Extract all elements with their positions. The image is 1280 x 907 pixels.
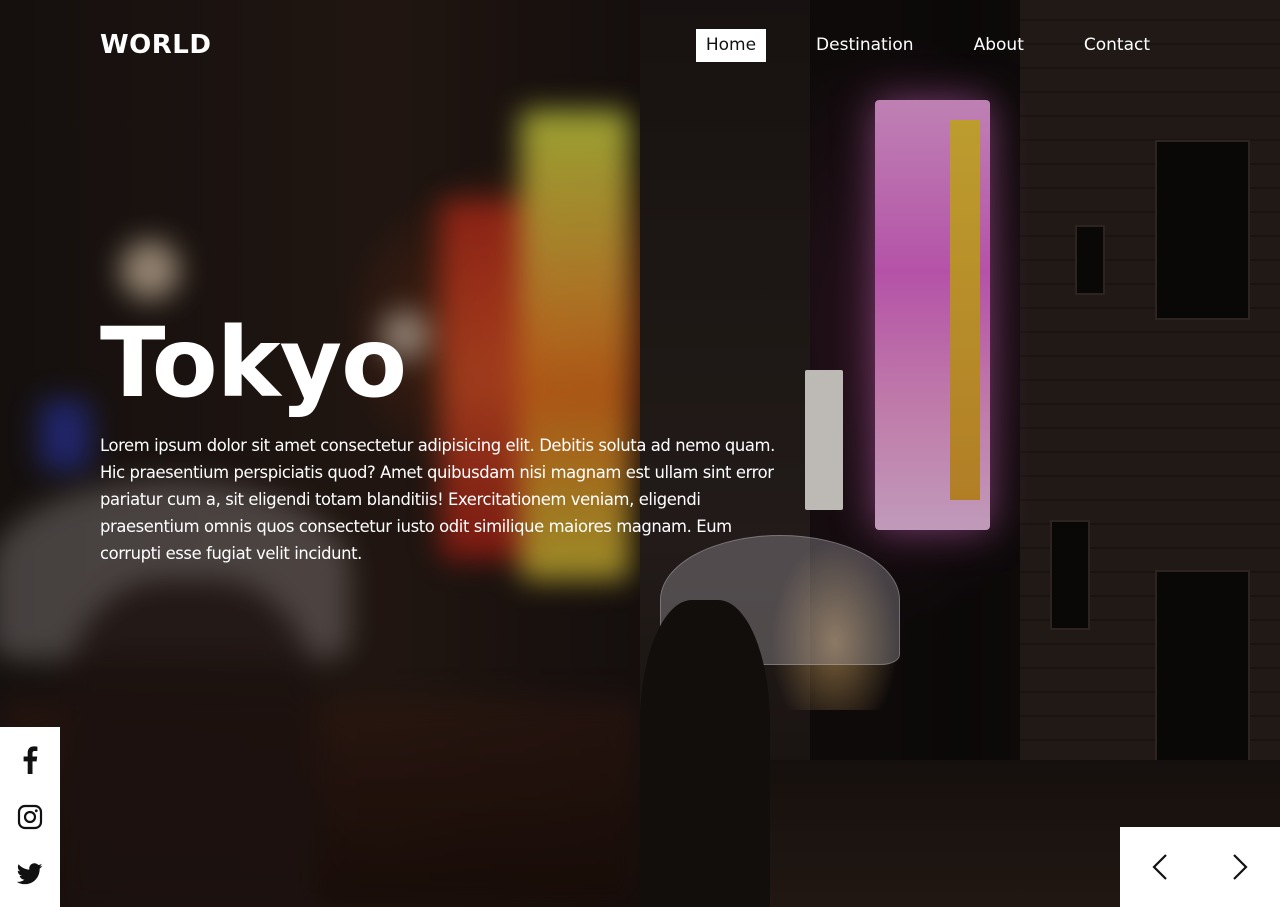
twitter-icon[interactable] [16,860,44,888]
social-links [0,727,60,907]
instagram-icon[interactable] [16,803,44,831]
slider-controls [1120,827,1280,907]
nav-about[interactable]: About [964,29,1034,62]
hero-title: Tokyo [100,307,407,419]
nav-contact[interactable]: Contact [1074,29,1160,62]
facebook-icon[interactable] [16,746,44,774]
nav-destination[interactable]: Destination [806,29,924,62]
hero-description: Lorem ipsum dolor sit amet consectetur a… [100,436,775,563]
logo[interactable]: WORLD [100,30,211,60]
main-nav: Home Destination About Contact [695,29,1160,62]
nav-home[interactable]: Home [695,29,767,62]
chevron-left-icon[interactable] [1140,847,1180,887]
chevron-right-icon[interactable] [1220,847,1260,887]
